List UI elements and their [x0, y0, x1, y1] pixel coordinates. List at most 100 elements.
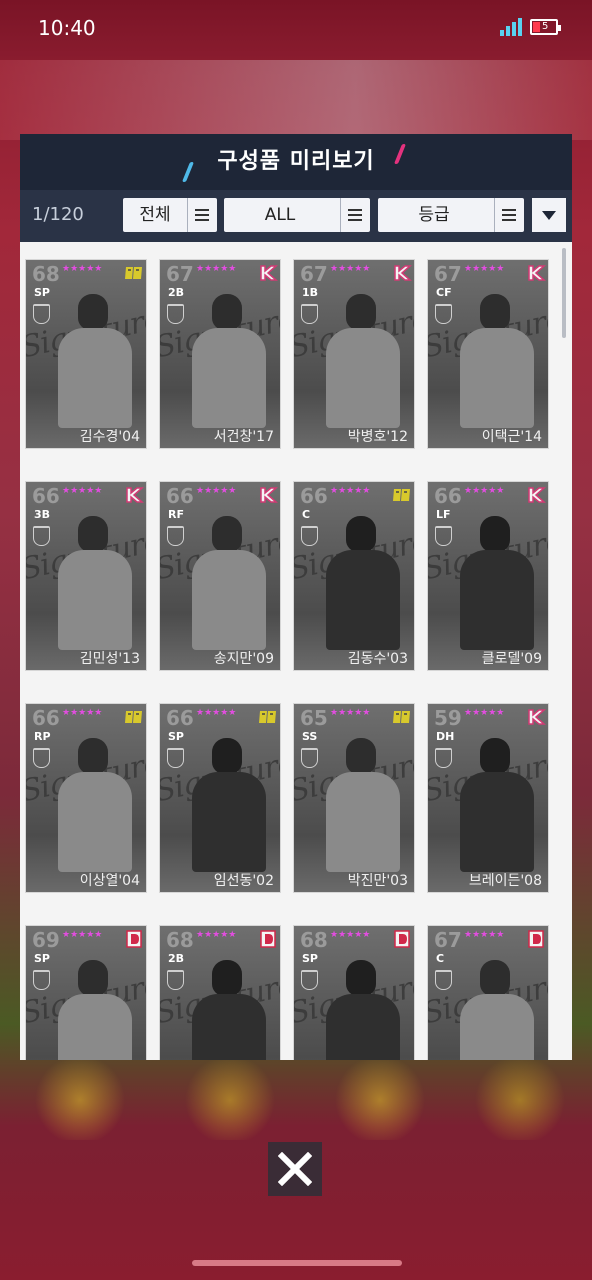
card-rating: 66 [166, 706, 194, 730]
card-rating: 66 [434, 484, 462, 508]
shield-icon [435, 304, 452, 324]
d-logo-icon [124, 930, 144, 948]
card-stars: ★★★★★ [330, 264, 371, 274]
player-card[interactable]: Signature66★★★★★C김동수'03 [294, 482, 414, 670]
card-stars: ★★★★★ [464, 708, 505, 718]
close-button[interactable] [268, 1142, 322, 1196]
player-card[interactable]: Signature66★★★★★3B김민성'13 [26, 482, 146, 670]
player-card[interactable]: Signature59★★★★★DH브레이든'08 [428, 704, 548, 892]
background-blur-top [0, 60, 592, 140]
player-card[interactable]: Signature66★★★★★RP이상열'04 [26, 704, 146, 892]
card-position: 2B [168, 286, 185, 299]
player-silhouette [320, 516, 404, 650]
card-rating: 67 [434, 262, 462, 286]
card-player-name: 송지만'09 [213, 651, 274, 667]
player-card[interactable]: Signature66★★★★★LF클로델'09 [428, 482, 548, 670]
card-position: SS [302, 730, 318, 743]
shield-icon [33, 748, 50, 768]
card-rating: 66 [32, 484, 60, 508]
home-indicator[interactable] [192, 1260, 402, 1266]
preview-modal: 구성품 미리보기 1/120 전체 ALL 등급 Signature68★★★★… [20, 134, 572, 1060]
card-player-name: 이택근'14 [481, 429, 542, 445]
card-position: DH [436, 730, 455, 743]
player-silhouette [186, 294, 270, 428]
shield-icon [301, 526, 318, 546]
shield-icon [301, 304, 318, 324]
card-rating: 59 [434, 706, 462, 730]
shield-icon [167, 526, 184, 546]
card-rating: 68 [166, 928, 194, 952]
card-stars: ★★★★★ [62, 930, 103, 940]
player-silhouette [52, 516, 136, 650]
k-logo-icon [392, 264, 412, 282]
card-stars: ★★★★★ [62, 264, 103, 274]
player-card[interactable]: Signature67★★★★★C [428, 926, 548, 1060]
background-blur-bottom [0, 1060, 592, 1140]
d-logo-icon [526, 930, 546, 948]
shield-icon [167, 748, 184, 768]
player-card[interactable]: Signature67★★★★★1B박병호'12 [294, 260, 414, 448]
player-silhouette [52, 294, 136, 428]
card-position: 3B [34, 508, 51, 521]
player-silhouette [320, 738, 404, 872]
card-stars: ★★★★★ [196, 264, 237, 274]
filter-team-button[interactable]: ALL [224, 198, 370, 232]
k-logo-icon [258, 486, 278, 504]
shield-icon [435, 526, 452, 546]
hd-logo-icon [124, 708, 144, 726]
battery-icon: 5 [530, 19, 561, 35]
k-logo-icon [258, 264, 278, 282]
player-card[interactable]: Signature66★★★★★RF송지만'09 [160, 482, 280, 670]
k-logo-icon [526, 708, 546, 726]
card-player-name: 김민성'13 [79, 651, 140, 667]
player-silhouette [52, 960, 136, 1060]
sort-dropdown-button[interactable] [532, 198, 566, 232]
player-card[interactable]: Signature67★★★★★CF이택근'14 [428, 260, 548, 448]
card-stars: ★★★★★ [196, 708, 237, 718]
shield-icon [167, 304, 184, 324]
card-stars: ★★★★★ [464, 930, 505, 940]
k-logo-icon [526, 486, 546, 504]
card-stars: ★★★★★ [464, 486, 505, 496]
shield-icon [301, 970, 318, 990]
k-logo-icon [526, 264, 546, 282]
card-grid[interactable]: Signature68★★★★★SP김수경'04 Signature67★★★★★… [20, 242, 572, 1060]
card-rating: 68 [32, 262, 60, 286]
player-silhouette [186, 960, 270, 1060]
card-stars: ★★★★★ [330, 708, 371, 718]
card-position: RF [168, 508, 184, 521]
card-stars: ★★★★★ [196, 930, 237, 940]
player-silhouette [454, 294, 538, 428]
hd-logo-icon [258, 708, 278, 726]
player-card[interactable]: Signature66★★★★★SP임선동'02 [160, 704, 280, 892]
card-stars: ★★★★★ [62, 708, 103, 718]
card-stars: ★★★★★ [62, 486, 103, 496]
modal-header: 구성품 미리보기 [20, 134, 572, 190]
player-silhouette [186, 516, 270, 650]
card-stars: ★★★★★ [330, 930, 371, 940]
d-logo-icon [392, 930, 412, 948]
card-position: LF [436, 508, 451, 521]
scrollbar[interactable] [562, 248, 566, 338]
hd-logo-icon [124, 264, 144, 282]
player-card[interactable]: Signature67★★★★★2B서건창'17 [160, 260, 280, 448]
player-silhouette [454, 960, 538, 1060]
player-card[interactable]: Signature68★★★★★2B [160, 926, 280, 1060]
shield-icon [435, 748, 452, 768]
player-card[interactable]: Signature69★★★★★SP [26, 926, 146, 1060]
card-rating: 66 [166, 484, 194, 508]
menu-icon [348, 209, 362, 221]
player-card[interactable]: Signature68★★★★★SP [294, 926, 414, 1060]
card-player-name: 임선동'02 [213, 873, 274, 889]
menu-icon [502, 209, 516, 221]
player-card[interactable]: Signature65★★★★★SS박진만'03 [294, 704, 414, 892]
shield-icon [33, 526, 50, 546]
card-position: SP [168, 730, 184, 743]
card-stars: ★★★★★ [196, 486, 237, 496]
card-stars: ★★★★★ [464, 264, 505, 274]
shield-icon [301, 748, 318, 768]
filter-all-button[interactable]: 전체 [123, 198, 217, 232]
filter-grade-button[interactable]: 등급 [378, 198, 524, 232]
player-card[interactable]: Signature68★★★★★SP김수경'04 [26, 260, 146, 448]
card-position: CF [436, 286, 452, 299]
